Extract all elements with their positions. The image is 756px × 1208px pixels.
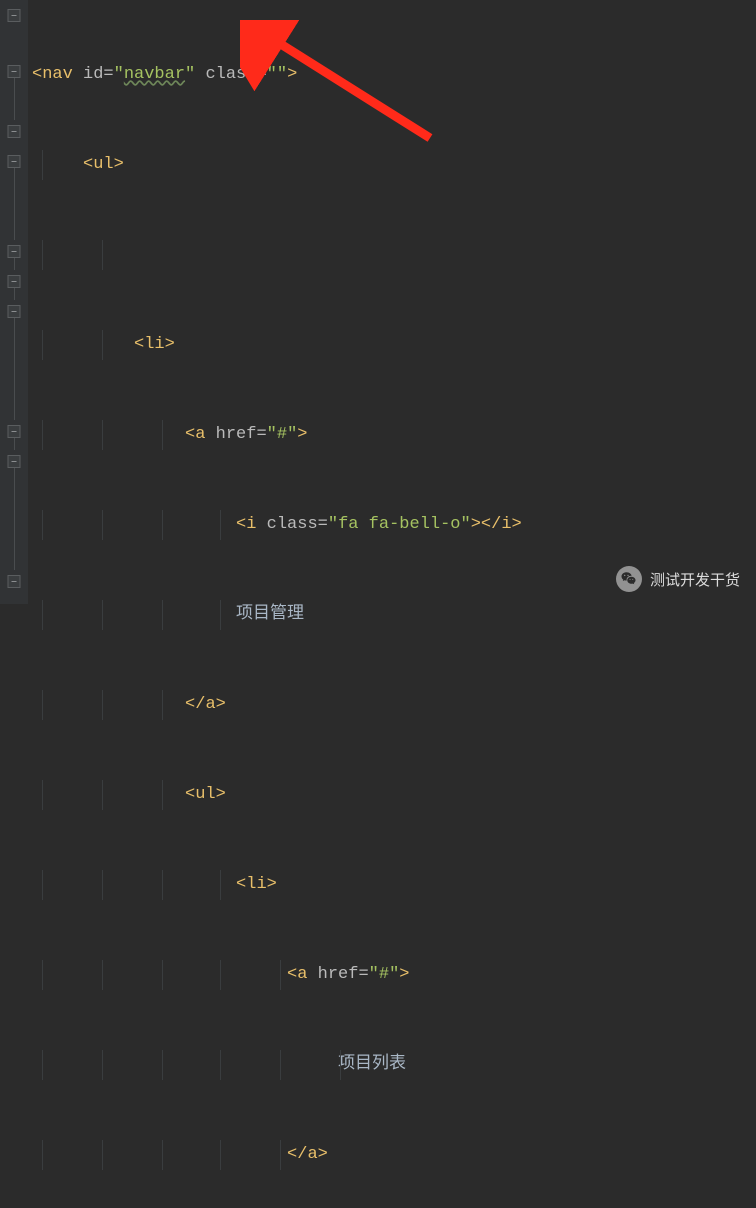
wechat-icon	[616, 566, 642, 592]
fold-marker-icon[interactable]	[8, 425, 21, 438]
fold-marker-icon[interactable]	[8, 65, 21, 78]
code-line[interactable]: <nav id="navbar" class="">	[32, 60, 752, 90]
code-line[interactable]: <a href="#">	[32, 960, 752, 990]
code-line[interactable]: <ul>	[32, 150, 752, 180]
watermark-label: 测试开发干货	[650, 569, 740, 590]
fold-marker-icon[interactable]	[8, 125, 21, 138]
code-line[interactable]: <ul>	[32, 780, 752, 810]
gutter	[0, 0, 28, 604]
fold-marker-icon[interactable]	[8, 155, 21, 168]
code-line[interactable]: 项目列表	[32, 1050, 752, 1080]
code-line[interactable]	[32, 240, 752, 270]
code-line[interactable]: <i class="fa fa-bell-o"></i>	[32, 510, 752, 540]
code-line[interactable]: <li>	[32, 870, 752, 900]
code-area[interactable]: <nav id="navbar" class=""> <ul> <li> <a …	[28, 0, 756, 604]
code-line[interactable]: <li>	[32, 330, 752, 360]
watermark: 测试开发干货	[616, 566, 740, 592]
code-line[interactable]: <a href="#">	[32, 420, 752, 450]
code-line[interactable]: </a>	[32, 1140, 752, 1170]
fold-marker-icon[interactable]	[8, 275, 21, 288]
code-line[interactable]: </a>	[32, 690, 752, 720]
fold-marker-icon[interactable]	[8, 9, 21, 22]
fold-marker-icon[interactable]	[8, 575, 21, 588]
fold-marker-icon[interactable]	[8, 245, 21, 258]
fold-marker-icon[interactable]	[8, 455, 21, 468]
fold-marker-icon[interactable]	[8, 305, 21, 318]
code-editor[interactable]: <nav id="navbar" class=""> <ul> <li> <a …	[0, 0, 756, 604]
code-line[interactable]: 项目管理	[32, 600, 752, 630]
